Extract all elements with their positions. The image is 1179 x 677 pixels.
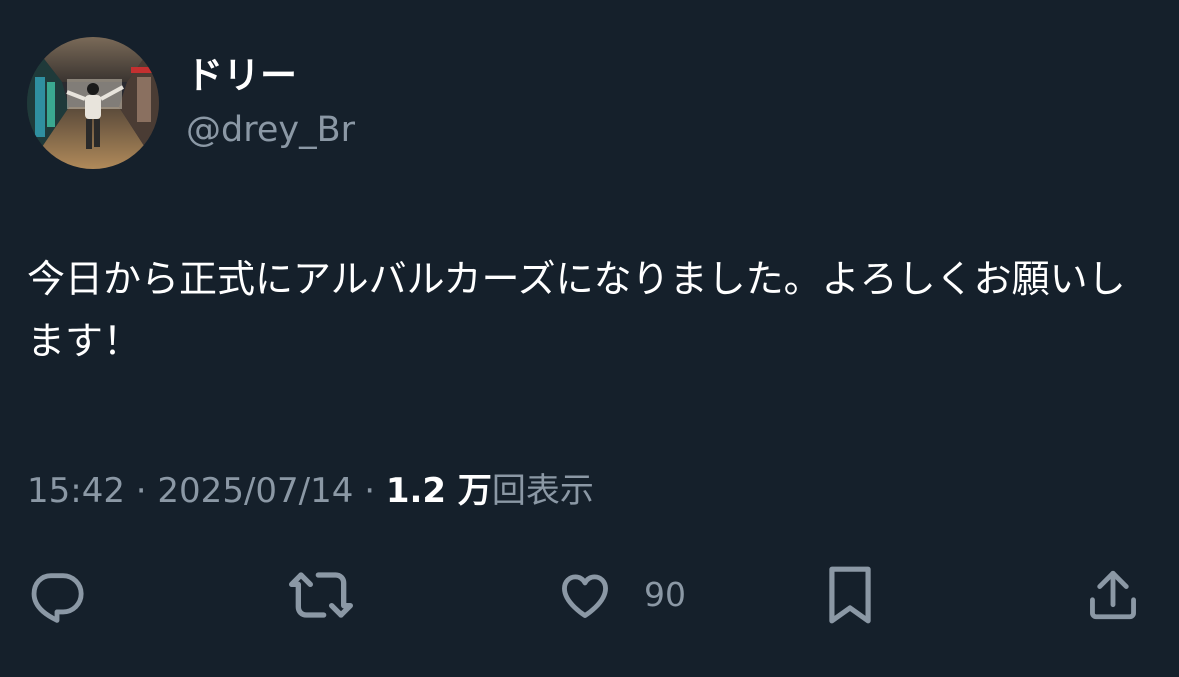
- share-button[interactable]: [1084, 560, 1142, 630]
- reply-button[interactable]: [28, 560, 86, 630]
- views-label[interactable]: 回表示: [492, 471, 594, 511]
- meta-separator: ·: [364, 471, 376, 511]
- views-count[interactable]: 1.2 万: [386, 471, 492, 511]
- tweet-meta: 15:42 · 2025/07/14 · 1.2 万回表示: [27, 468, 594, 514]
- like-count: 90: [644, 575, 686, 614]
- bookmark-icon: [829, 566, 871, 624]
- retweet-icon: [289, 572, 353, 618]
- like-button[interactable]: 90: [556, 560, 686, 630]
- tweet: ドリー @drey_Br 今日から正式にアルバルカーズになりました。よろしくお願…: [0, 0, 1179, 677]
- reply-icon: [31, 573, 84, 623]
- avatar[interactable]: [27, 37, 159, 169]
- action-bar: 90: [0, 560, 1179, 630]
- share-icon: [1090, 570, 1136, 620]
- user-handle[interactable]: @drey_Br: [186, 108, 355, 152]
- display-name[interactable]: ドリー: [186, 54, 297, 98]
- bookmark-button[interactable]: [824, 560, 876, 630]
- tweet-date[interactable]: 2025/07/14: [157, 471, 353, 511]
- avatar-image: [27, 37, 159, 169]
- meta-separator: ·: [135, 471, 147, 511]
- tweet-text: 今日から正式にアルバルカーズになりました。よろしくお願いします！: [27, 257, 1126, 363]
- heart-icon: [562, 574, 608, 618]
- retweet-button[interactable]: [289, 560, 353, 630]
- tweet-time[interactable]: 15:42: [27, 471, 125, 511]
